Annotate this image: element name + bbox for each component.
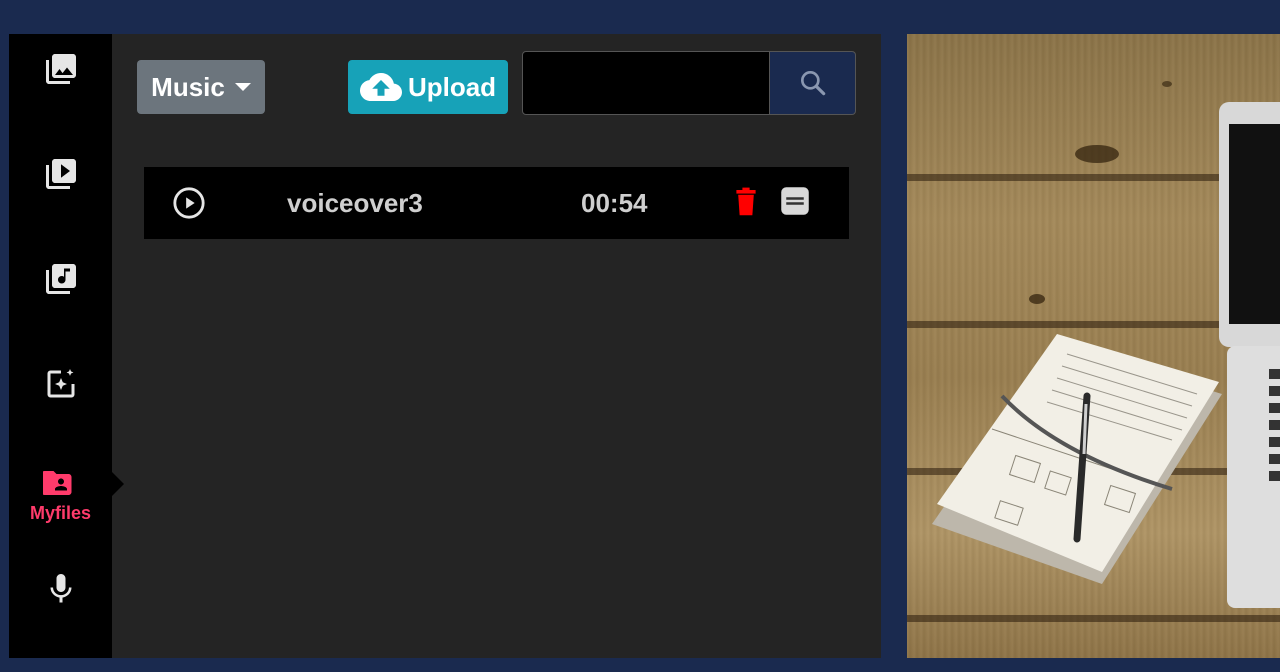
sidebar-item-videos[interactable] [9, 139, 112, 209]
trash-icon[interactable] [734, 187, 758, 217]
sidebar-item-images[interactable] [9, 34, 112, 104]
category-label: Music [151, 71, 225, 102]
music-library-icon [45, 264, 76, 294]
category-dropdown[interactable]: Music [137, 60, 265, 114]
folder-user-icon [42, 470, 71, 495]
cloud-upload-icon [359, 73, 402, 101]
chevron-down-icon [234, 83, 251, 91]
sidebar-item-myfiles[interactable]: Myfiles [9, 452, 112, 536]
upload-button[interactable]: Upload [348, 60, 508, 114]
sidebar-rail: Myfiles [9, 34, 112, 658]
video-library-icon [45, 159, 76, 189]
image-library-icon [45, 54, 76, 84]
active-indicator [112, 472, 124, 496]
search-icon [800, 71, 825, 96]
preview-image [907, 34, 1280, 658]
sidebar-item-music[interactable] [9, 244, 112, 314]
search-button[interactable] [770, 51, 856, 115]
list-item[interactable]: voiceover3 00:54 [144, 167, 849, 239]
menu-icon[interactable] [780, 186, 810, 216]
play-icon[interactable] [172, 186, 206, 220]
file-name: voiceover3 [287, 188, 423, 218]
media-panel: Myfiles Music Upload voiceover3 00:54 [9, 34, 881, 658]
search-input[interactable] [522, 51, 770, 115]
sidebar-item-voice[interactable] [9, 554, 112, 624]
sidebar-item-label: Myfiles [29, 502, 92, 523]
sidebar-item-effects[interactable] [9, 349, 112, 419]
file-duration: 00:54 [581, 188, 648, 218]
file-list: voiceover3 00:54 [144, 167, 849, 239]
upload-label: Upload [407, 71, 497, 102]
microphone-icon [50, 574, 71, 603]
desk-photo [932, 81, 1280, 608]
sparkle-image-icon [47, 369, 74, 398]
